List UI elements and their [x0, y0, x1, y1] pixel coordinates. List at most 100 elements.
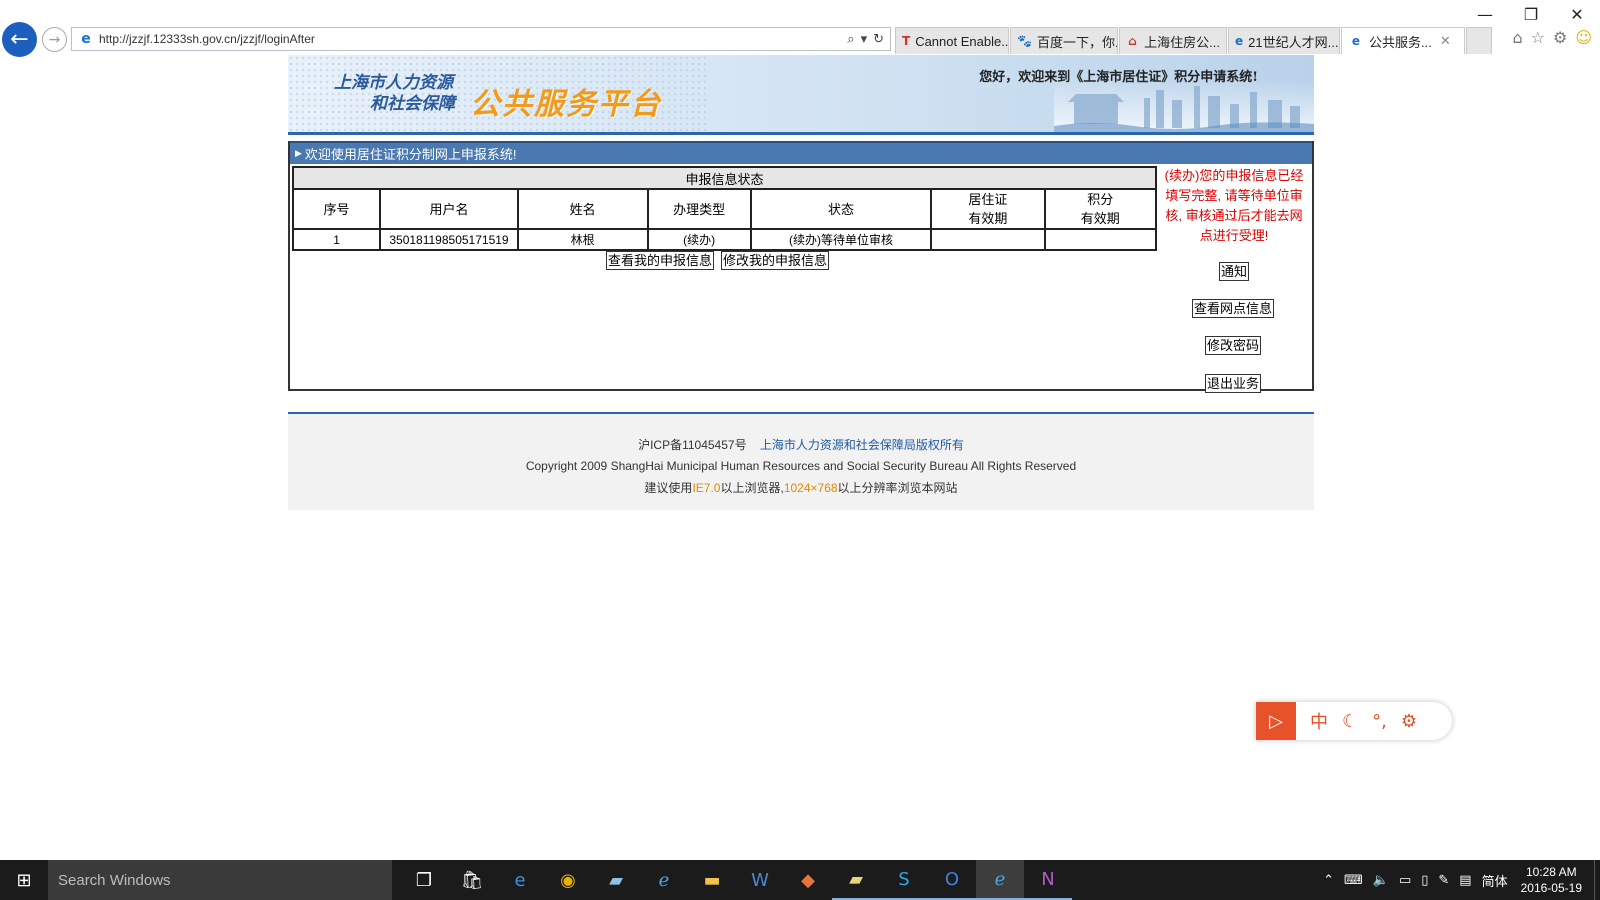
bureau-logo-text: 上海市人力资源 和社会保障	[334, 73, 455, 115]
tray-expand-icon[interactable]: ⌃	[1323, 873, 1334, 888]
cell-username: 350181198505171519	[379, 228, 519, 251]
tab-label: Cannot Enable...	[915, 33, 1009, 49]
refresh-icon[interactable]: ↻	[873, 32, 884, 47]
clock-time: 10:28 AM	[1525, 865, 1577, 879]
chinese-mode-icon[interactable]: 中	[1310, 708, 1328, 734]
window-controls: — ❐ ✕	[1462, 0, 1600, 28]
browser-tab[interactable]: ⌂ 上海住房公...	[1119, 27, 1227, 54]
browser-tab[interactable]: e 公共服务... ✕	[1341, 27, 1465, 54]
ie-page-icon: e	[81, 31, 91, 47]
col-header-status: 状态	[749, 188, 933, 230]
ime-toolbar[interactable]: ▷ 中 ☾ °, ⚙	[1256, 702, 1452, 740]
main-panel: ▶ 欢迎使用居住证积分制网上申报系统! 申报信息状态 序号 用户名 姓名 办理类…	[288, 141, 1314, 393]
search-icon[interactable]: ⌕	[847, 32, 854, 47]
home-icon[interactable]: ⌂	[1512, 28, 1522, 47]
clock[interactable]: 10:28 AM 2016-05-19	[1521, 864, 1582, 896]
new-tab-button[interactable]	[1466, 27, 1492, 54]
exit-button[interactable]: 退出业务	[1205, 374, 1262, 393]
favorites-star-icon[interactable]: ☆	[1531, 28, 1545, 47]
tab-label: 百度一下，你...	[1036, 34, 1118, 50]
address-text[interactable]: http://jzzjf.12333sh.gov.cn/jzzjf/loginA…	[99, 32, 847, 46]
word-icon[interactable]: W	[736, 860, 784, 900]
cell-points-validity	[1043, 228, 1158, 251]
ime-settings-icon[interactable]: ⚙	[1401, 711, 1417, 732]
windows-start-icon[interactable]: ⊞	[0, 860, 48, 900]
language-indicator[interactable]: 简体	[1482, 871, 1508, 890]
ie-running-icon[interactable]: ℯ	[976, 860, 1024, 900]
cell-status: (续办)等待单位审核	[749, 228, 933, 251]
tab-favicon-icon: e	[1351, 34, 1361, 48]
view-branch-button[interactable]: 查看网点信息	[1192, 299, 1275, 318]
suggest-ie: IE7.0	[692, 481, 721, 495]
browser-tab[interactable]: 🐾 百度一下，你...	[1010, 27, 1118, 54]
punctuation-icon[interactable]: °,	[1372, 711, 1387, 732]
store-icon[interactable]: 🛍	[448, 860, 496, 900]
outlook-icon[interactable]: O	[928, 860, 976, 900]
col-header-permit-l2: 有效期	[968, 211, 1008, 226]
browser-tab[interactable]: T Cannot Enable...	[895, 27, 1009, 54]
settings-gear-icon[interactable]: ⚙	[1553, 28, 1567, 47]
col-header-type: 办理类型	[646, 188, 752, 230]
tab-favicon-icon: e	[1235, 34, 1244, 48]
status-table: 申报信息状态 序号 用户名 姓名 办理类型 状态 居住证 有效期 积分 有效期 …	[291, 166, 1158, 251]
browser-tab[interactable]: e 21世纪人才网...	[1228, 27, 1340, 54]
back-button[interactable]: ←	[2, 22, 37, 57]
cell-no: 1	[291, 228, 382, 251]
main-panel-titlebar: ▶ 欢迎使用居住证积分制网上申报系统!	[290, 141, 1312, 164]
tab-label: 21世纪人才网...	[1248, 34, 1339, 50]
cell-type: (续办)	[646, 228, 752, 251]
suggest-pre: 建议使用	[644, 481, 693, 495]
tab-favicon-icon: ⌂	[1128, 34, 1137, 48]
dropdown-icon[interactable]: ▾	[861, 32, 868, 47]
copyright-text: Copyright 2009 ShangHai Municipal Human …	[525, 459, 1077, 473]
table-row: 1 350181198505171519 林根 (续办) (续办)等待单位审核	[291, 228, 1158, 251]
forward-button[interactable]: →	[42, 27, 67, 52]
action-center-icon[interactable]: ▤	[1459, 873, 1471, 888]
taskbar-search[interactable]: Search Windows	[48, 860, 392, 900]
notes-app-icon[interactable]: ▰	[592, 860, 640, 900]
keyboard-icon[interactable]: ⌨	[1344, 873, 1363, 888]
sogou-logo-icon[interactable]: ▷	[1256, 702, 1296, 740]
logo-line-2: 和社会保障	[370, 94, 455, 114]
tab-close-icon[interactable]: ✕	[1440, 34, 1451, 49]
clock-date: 2016-05-19	[1520, 881, 1582, 895]
tab-label: 公共服务...	[1369, 34, 1432, 50]
col-header-permit-l1: 居住证	[968, 192, 1008, 207]
minimize-icon[interactable]: —	[1462, 0, 1508, 28]
smiley-feedback-icon[interactable]: ☺	[1575, 28, 1592, 47]
chrome-icon[interactable]: ◉	[544, 860, 592, 900]
onenote-icon[interactable]: N	[1024, 860, 1072, 900]
cell-permit-validity	[930, 228, 1046, 251]
address-bar[interactable]: e http://jzzjf.12333sh.gov.cn/jzzjf/logi…	[71, 27, 891, 51]
status-message: (续办)您的申报信息已经填写完整, 请等待单位审核, 审核通过后才能去网点进行受…	[1164, 168, 1304, 243]
internet-explorer-icon[interactable]: ℯ	[640, 860, 688, 900]
table-caption: 申报信息状态	[292, 166, 1157, 190]
copyright-owner-link[interactable]: 上海市人力资源和社会保障局版权所有	[760, 438, 964, 452]
side-panel: (续办)您的申报信息已经填写完整, 请等待单位审核, 审核通过后才能去网点进行受…	[1158, 164, 1310, 393]
change-password-button[interactable]: 修改密码	[1205, 336, 1262, 355]
action-buttons: 查看我的申报信息 修改我的申报信息	[606, 251, 830, 270]
show-desktop-button[interactable]	[1594, 860, 1600, 900]
git-icon[interactable]: ◆	[784, 860, 832, 900]
moon-halfwidth-icon[interactable]: ☾	[1342, 711, 1358, 732]
power-icon[interactable]: ▯	[1421, 873, 1428, 888]
network-icon[interactable]: ▭	[1399, 873, 1411, 888]
col-header-points-validity: 积分 有效期	[1043, 188, 1158, 230]
restore-icon[interactable]: ❐	[1508, 0, 1554, 28]
volume-icon[interactable]: 🔈	[1373, 873, 1389, 888]
suggest-post: 以上分辨率浏览本网站	[837, 481, 958, 495]
notice-button[interactable]: 通知	[1219, 262, 1250, 281]
ime-indicator-icon[interactable]: ✎	[1438, 873, 1449, 888]
folder-app-icon[interactable]: ▰	[832, 860, 880, 900]
skype-icon[interactable]: S	[880, 860, 928, 900]
main-panel-title: 欢迎使用居住证积分制网上申报系统!	[304, 147, 517, 162]
close-icon[interactable]: ✕	[1554, 0, 1600, 28]
task-view-icon[interactable]: ❐	[400, 860, 448, 900]
file-explorer-icon[interactable]: ▬	[688, 860, 736, 900]
edit-application-button[interactable]: 修改我的申报信息	[721, 251, 830, 270]
view-application-button[interactable]: 查看我的申报信息	[606, 251, 715, 270]
suggest-resolution: 1024×768	[783, 481, 838, 495]
arrow-right-icon: →	[48, 31, 61, 48]
platform-title: 公共服务平台	[470, 87, 662, 122]
edge-icon[interactable]: e	[496, 860, 544, 900]
